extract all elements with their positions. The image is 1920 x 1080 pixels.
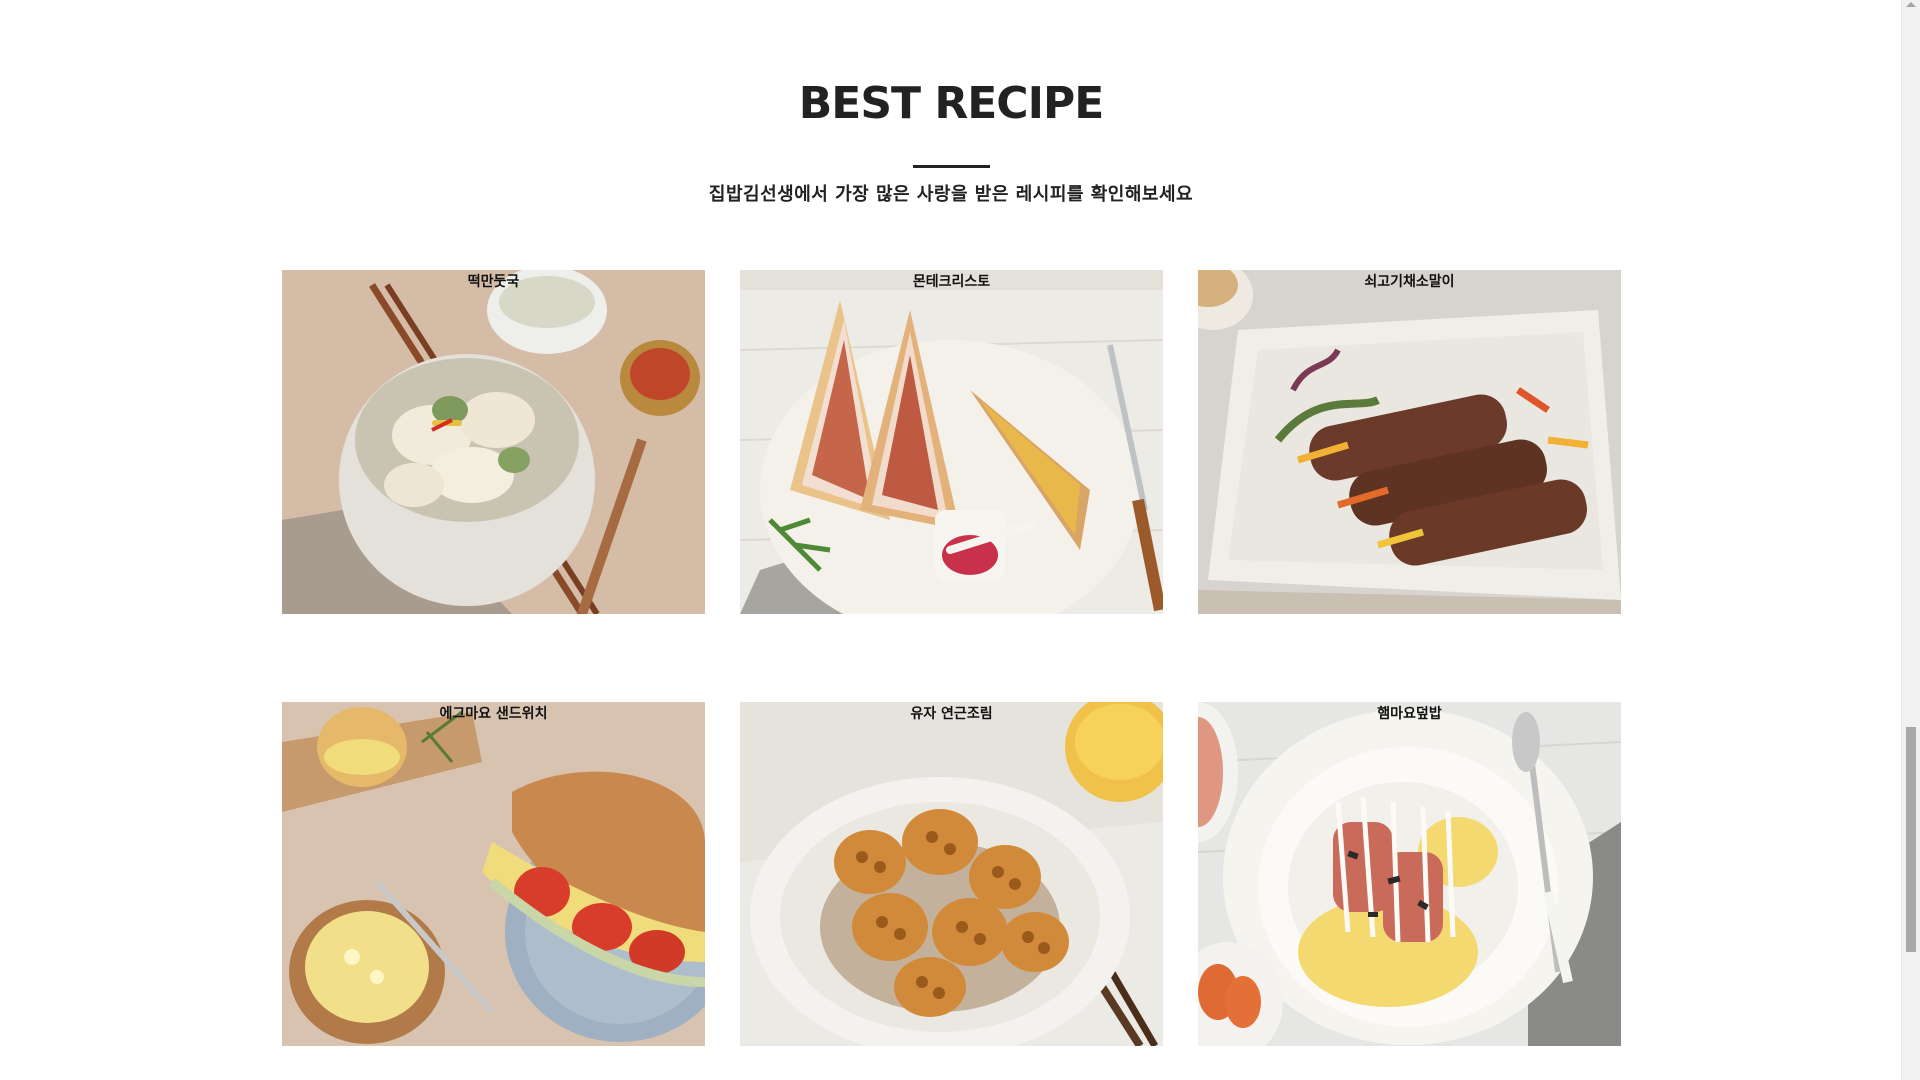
scroll-thumb[interactable] xyxy=(1906,727,1916,952)
recipe-card-beef-roll[interactable]: 쇠고기채소말이 xyxy=(1198,270,1621,614)
recipe-name: 몬테크리스토 xyxy=(912,274,991,290)
recipe-name: 떡만둣국 xyxy=(467,274,520,290)
recipe-card-ham-mayo-bowl[interactable]: 햄마요덮밥 xyxy=(1198,702,1621,1046)
recipe-image-ham-mayo-bowl xyxy=(1198,702,1621,1046)
recipe-image-monte-cristo xyxy=(740,270,1163,614)
title-divider xyxy=(913,165,990,168)
recipe-card-yuzu-lotus-root[interactable]: 유자 연근조림 xyxy=(740,702,1163,1046)
recipe-grid: 떡만둣국 몬테크리스토 쇠고기채소말이 에그마요 샌드위치 유자 연근조림 햄마… xyxy=(282,270,1622,1046)
section-title: BEST RECIPE xyxy=(798,78,1105,129)
recipe-card-egg-mayo-sandwich[interactable]: 에그마요 샌드위치 xyxy=(282,702,705,1046)
recipe-card-monte-cristo[interactable]: 몬테크리스토 xyxy=(740,270,1163,614)
recipe-card-dumpling-soup[interactable]: 떡만둣국 xyxy=(282,270,705,614)
recipe-image-beef-roll xyxy=(1198,270,1621,614)
scroll-up-arrow-icon[interactable] xyxy=(1906,2,1916,7)
recipe-image-yuzu-lotus-root xyxy=(740,702,1163,1046)
recipe-image-egg-mayo-sandwich xyxy=(282,702,705,1046)
recipe-image-dumpling-soup xyxy=(282,270,705,614)
recipe-name: 유자 연근조림 xyxy=(910,706,993,722)
vertical-scrollbar[interactable] xyxy=(1901,0,1920,1080)
recipe-name: 에그마요 샌드위치 xyxy=(439,706,548,722)
recipe-name: 쇠고기채소말이 xyxy=(1364,274,1455,290)
page: BEST RECIPE 집밥김선생에서 가장 많은 사랑을 받은 레시피를 확인… xyxy=(0,0,1920,1080)
recipe-name: 햄마요덮밥 xyxy=(1377,706,1442,722)
section-subtitle: 집밥김선생에서 가장 많은 사랑을 받은 레시피를 확인해보세요 xyxy=(708,184,1194,205)
